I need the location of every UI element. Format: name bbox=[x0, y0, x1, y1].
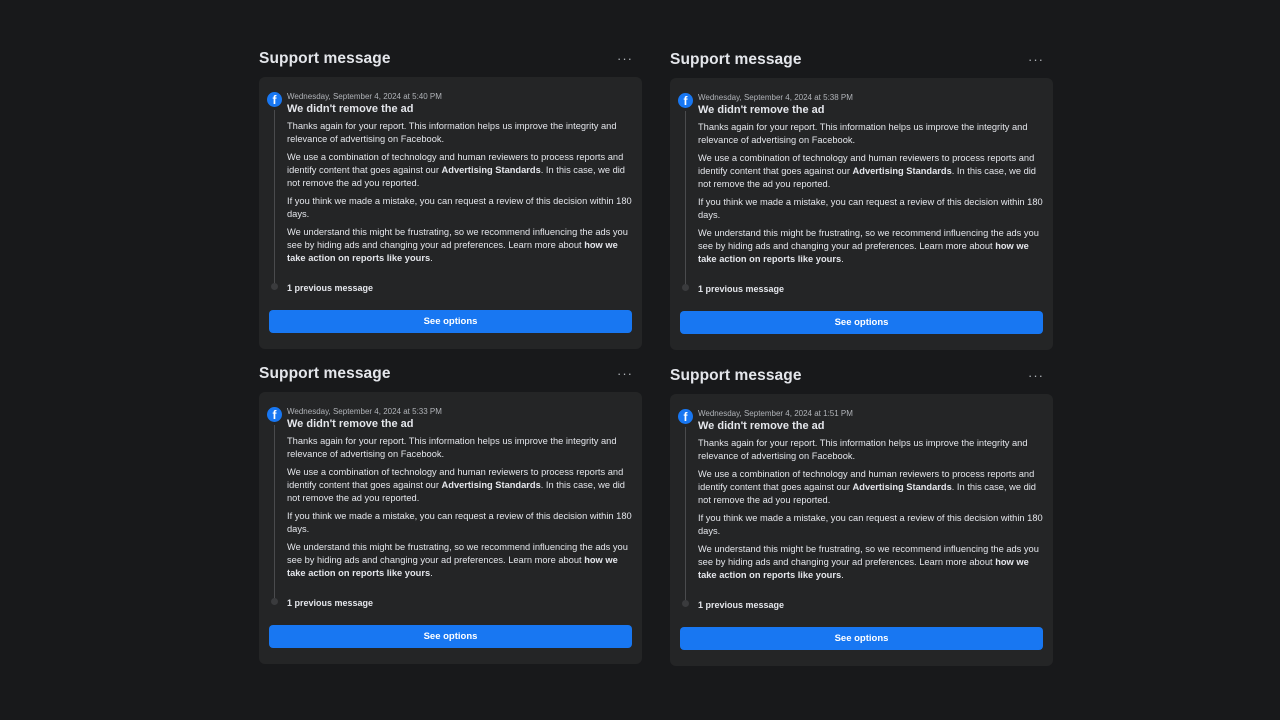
previous-message-link[interactable]: 1 previous message bbox=[698, 284, 784, 294]
panel-title: Support message bbox=[670, 367, 802, 384]
message-content: Wednesday, September 4, 2024 at 5:33 PM … bbox=[287, 406, 633, 585]
message-timestamp: Wednesday, September 4, 2024 at 5:33 PM bbox=[287, 407, 442, 416]
message-paragraph-3: If you think we made a mistake, you can … bbox=[698, 513, 1043, 536]
panel-header: Support message ··· bbox=[670, 49, 1054, 71]
panel-header: Support message ··· bbox=[259, 363, 643, 385]
advertising-standards-link[interactable]: Advertising Standards bbox=[853, 482, 952, 492]
thread-dot bbox=[271, 598, 278, 605]
message-paragraph-4: We understand this might be frustrating,… bbox=[698, 227, 1044, 266]
message-content: Wednesday, September 4, 2024 at 5:38 PM … bbox=[698, 92, 1044, 271]
see-options-button[interactable]: See options bbox=[680, 311, 1043, 334]
see-options-button[interactable]: See options bbox=[269, 625, 632, 648]
paragraph-text: . bbox=[841, 254, 844, 264]
thread-line bbox=[274, 110, 275, 284]
facebook-icon: f bbox=[678, 93, 693, 108]
message-heading: We didn't remove the ad bbox=[287, 103, 414, 115]
message-heading: We didn't remove the ad bbox=[287, 418, 414, 430]
message-paragraph-2: We use a combination of technology and h… bbox=[698, 152, 1044, 191]
thread-dot bbox=[682, 284, 689, 291]
panel-header: Support message ··· bbox=[670, 365, 1054, 387]
message-paragraph-1: Thanks again for your report. This infor… bbox=[287, 436, 617, 459]
message-card: f Wednesday, September 4, 2024 at 5:38 P… bbox=[670, 78, 1053, 350]
see-options-button[interactable]: See options bbox=[680, 627, 1043, 650]
paragraph-text: We understand this might be frustrating,… bbox=[287, 542, 628, 565]
thread-dot bbox=[271, 283, 278, 290]
message-card: f Wednesday, September 4, 2024 at 5:40 P… bbox=[259, 77, 642, 349]
message-content: Wednesday, September 4, 2024 at 5:40 PM … bbox=[287, 91, 633, 270]
message-timestamp: Wednesday, September 4, 2024 at 1:51 PM bbox=[698, 409, 853, 418]
more-options-icon[interactable]: ··· bbox=[1028, 53, 1044, 66]
advertising-standards-link[interactable]: Advertising Standards bbox=[442, 480, 541, 490]
message-paragraph-3: If you think we made a mistake, you can … bbox=[287, 196, 632, 219]
paragraph-text: . bbox=[841, 570, 844, 580]
message-paragraph-1: Thanks again for your report. This infor… bbox=[698, 438, 1028, 461]
more-options-icon[interactable]: ··· bbox=[1028, 369, 1044, 382]
support-message-panel: Support message ··· f Wednesday, Septemb… bbox=[259, 48, 643, 349]
previous-message-link[interactable]: 1 previous message bbox=[287, 283, 373, 293]
panel-header: Support message ··· bbox=[259, 48, 643, 70]
support-message-panel: Support message ··· f Wednesday, Septemb… bbox=[670, 49, 1054, 350]
message-paragraph-4: We understand this might be frustrating,… bbox=[698, 543, 1044, 582]
message-card: f Wednesday, September 4, 2024 at 5:33 P… bbox=[259, 392, 642, 664]
facebook-icon: f bbox=[267, 407, 282, 422]
message-card: f Wednesday, September 4, 2024 at 1:51 P… bbox=[670, 394, 1053, 666]
message-paragraph-3: If you think we made a mistake, you can … bbox=[698, 197, 1043, 220]
message-paragraph-1: Thanks again for your report. This infor… bbox=[698, 122, 1028, 145]
more-options-icon[interactable]: ··· bbox=[617, 52, 633, 65]
panel-title: Support message bbox=[259, 50, 391, 67]
support-message-panel: Support message ··· f Wednesday, Septemb… bbox=[670, 365, 1054, 666]
facebook-icon: f bbox=[678, 409, 693, 424]
panel-title: Support message bbox=[259, 365, 391, 382]
paragraph-text: . bbox=[430, 253, 433, 263]
message-paragraph-4: We understand this might be frustrating,… bbox=[287, 541, 633, 580]
thread-line bbox=[685, 111, 686, 285]
message-paragraph-1: Thanks again for your report. This infor… bbox=[287, 121, 617, 144]
message-paragraph-4: We understand this might be frustrating,… bbox=[287, 226, 633, 265]
message-paragraph-2: We use a combination of technology and h… bbox=[698, 468, 1044, 507]
facebook-icon: f bbox=[267, 92, 282, 107]
advertising-standards-link[interactable]: Advertising Standards bbox=[442, 165, 541, 175]
message-timestamp: Wednesday, September 4, 2024 at 5:38 PM bbox=[698, 93, 853, 102]
thread-line bbox=[274, 425, 275, 599]
thread-dot bbox=[682, 600, 689, 607]
panel-title: Support message bbox=[670, 51, 802, 68]
message-timestamp: Wednesday, September 4, 2024 at 5:40 PM bbox=[287, 92, 442, 101]
paragraph-text: We understand this might be frustrating,… bbox=[698, 228, 1039, 251]
see-options-button[interactable]: See options bbox=[269, 310, 632, 333]
message-content: Wednesday, September 4, 2024 at 1:51 PM … bbox=[698, 408, 1044, 587]
previous-message-link[interactable]: 1 previous message bbox=[287, 598, 373, 608]
support-message-panel: Support message ··· f Wednesday, Septemb… bbox=[259, 363, 643, 664]
previous-message-link[interactable]: 1 previous message bbox=[698, 600, 784, 610]
message-paragraph-2: We use a combination of technology and h… bbox=[287, 466, 633, 505]
advertising-standards-link[interactable]: Advertising Standards bbox=[853, 166, 952, 176]
message-heading: We didn't remove the ad bbox=[698, 420, 825, 432]
more-options-icon[interactable]: ··· bbox=[617, 367, 633, 380]
thread-line bbox=[685, 427, 686, 601]
message-heading: We didn't remove the ad bbox=[698, 104, 825, 116]
paragraph-text: We understand this might be frustrating,… bbox=[698, 544, 1039, 567]
paragraph-text: . bbox=[430, 568, 433, 578]
message-paragraph-3: If you think we made a mistake, you can … bbox=[287, 511, 632, 534]
message-paragraph-2: We use a combination of technology and h… bbox=[287, 151, 633, 190]
paragraph-text: We understand this might be frustrating,… bbox=[287, 227, 628, 250]
